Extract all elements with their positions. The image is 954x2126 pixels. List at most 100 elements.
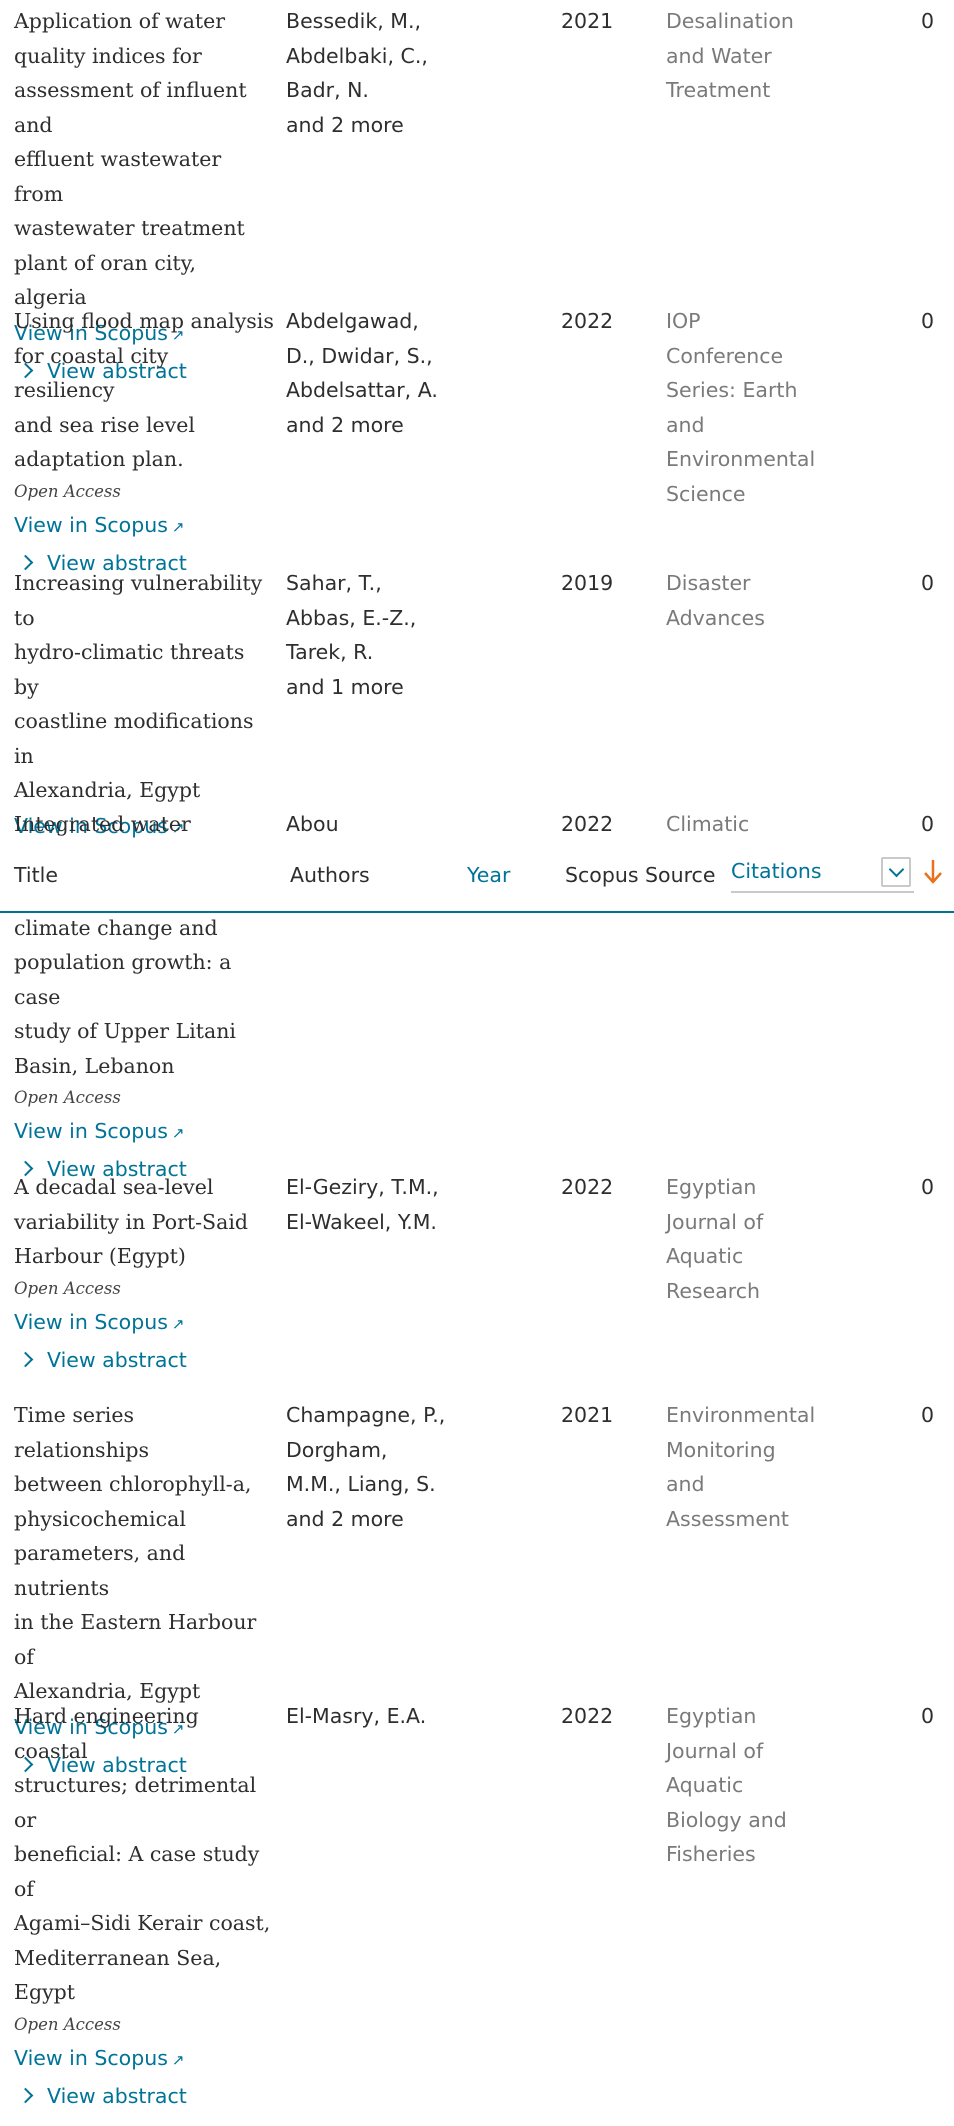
- source-line: Science: [666, 481, 746, 506]
- document-title: Hard engineering coastal structures; detr…: [14, 1699, 275, 2010]
- view-abstract-toggle[interactable]: View abstract: [14, 2078, 275, 2114]
- cell-citations: 0: [920, 309, 934, 333]
- view-in-scopus-label: View in Scopus: [14, 512, 168, 537]
- table-header: Title Authors Year Scopus Source Citatio…: [0, 841, 954, 913]
- chevron-down-icon: [888, 861, 905, 878]
- source-line: Egyptian: [666, 1175, 757, 1199]
- cell-title: Using flood map analysis for coastal city…: [0, 304, 275, 593]
- cell-citations: 0: [920, 1175, 934, 1199]
- column-header-year[interactable]: Year: [467, 863, 510, 887]
- cell-source: Egyptian Journal of Aquatic Research: [654, 1170, 819, 1390]
- view-in-scopus-label: View in Scopus: [14, 1119, 168, 1143]
- sort-dropdown-button[interactable]: [881, 857, 911, 887]
- author-line: Abdelbaki, C.,: [286, 43, 428, 68]
- author-line: D., Dwidar, S.,: [286, 343, 433, 368]
- source-line: Aquatic: [666, 1244, 744, 1268]
- title-line: Using flood map analysis: [14, 309, 274, 333]
- cell-source: Egyptian Journal of Aquatic Biology and Fish…: [654, 1699, 819, 2126]
- title-line: Increasing vulnerability to: [14, 571, 263, 630]
- external-link-icon: ↗: [171, 2050, 185, 2069]
- author-line: Abdelgawad,: [286, 309, 419, 333]
- author-line: El-Wakeel, Y.M.: [286, 1209, 437, 1234]
- view-in-scopus-link[interactable]: View in Scopus ↗: [14, 1113, 275, 1151]
- author-line: and 2 more: [286, 1506, 404, 1531]
- title-line: population growth: a case: [14, 950, 232, 1009]
- view-in-scopus-link[interactable]: View in Scopus ↗: [14, 1304, 275, 1342]
- author-line: and 2 more: [286, 112, 404, 137]
- open-access-badge: Open Access: [14, 2014, 121, 2034]
- open-access-badge: Open Access: [14, 1088, 121, 1107]
- source-line: and Water: [666, 43, 772, 68]
- cell-source: IOP Conference Series: Earth and Environment…: [654, 304, 819, 593]
- title-line: coastline modifications in: [14, 709, 254, 768]
- external-link-icon: ↗: [171, 517, 185, 536]
- title-line: assessment of influent and: [14, 78, 247, 137]
- sort-descending-icon[interactable]: [922, 857, 944, 887]
- document-title: Using flood map analysis for coastal city…: [14, 304, 275, 477]
- table-row: A decadal sea-level variability in Port-S…: [0, 1166, 954, 1390]
- chevron-right-icon: [17, 1351, 34, 1367]
- cell-year: 2022: [561, 309, 614, 333]
- title-line: hydro-climatic threats by: [14, 640, 245, 699]
- title-line: Agami–Sidi Kerair coast,: [14, 1911, 271, 1935]
- column-header-source[interactable]: Scopus Source: [565, 863, 715, 887]
- cell-title: Hard engineering coastal structures; detr…: [0, 1699, 275, 2126]
- chevron-right-icon: [17, 2087, 34, 2103]
- cell-citations: 0: [920, 1704, 934, 1728]
- table-row: Hard engineering coastal structures; detr…: [0, 1695, 954, 2126]
- cell-authors: El-Masry, E.A.: [275, 1699, 550, 2126]
- cell-year: 2022: [561, 1175, 614, 1199]
- title-line: parameters, and nutrients: [14, 1541, 186, 1600]
- external-link-icon: ↗: [171, 1314, 185, 1333]
- title-line: Basin, Lebanon: [14, 1053, 175, 1078]
- source-line: Advances: [666, 605, 765, 630]
- source-line: Journal of: [666, 1738, 764, 1763]
- source-line: Egyptian: [666, 1704, 757, 1728]
- source-line: Series: Earth: [666, 378, 798, 402]
- title-line: and sea rise level: [14, 412, 195, 437]
- title-line: effluent wastewater from: [14, 147, 222, 206]
- cell-authors: Abdelgawad, D., Dwidar, S., Abdelsattar, A…: [275, 304, 550, 593]
- source-line: Fisheries: [666, 1842, 756, 1866]
- source-line: Desalination: [666, 9, 794, 33]
- title-line: in the Eastern Harbour of: [14, 1610, 257, 1669]
- source-line: Conference: [666, 343, 784, 368]
- title-line: study of Upper Litani: [14, 1019, 236, 1043]
- view-abstract-label: View abstract: [47, 2083, 187, 2108]
- source-line: Journal of: [666, 1209, 764, 1234]
- author-line: Dorgham,: [286, 1437, 388, 1462]
- author-line: El-Masry, E.A.: [286, 1704, 427, 1728]
- view-in-scopus-link[interactable]: View in Scopus ↗: [14, 507, 275, 545]
- author-line: Abbas, E.-Z.,: [286, 605, 417, 630]
- column-header-title[interactable]: Title: [14, 863, 58, 887]
- author-line: Tarek, R.: [286, 640, 374, 664]
- view-in-scopus-label: View in Scopus: [14, 1309, 168, 1334]
- author-line: El-Geziry, T.M.,: [286, 1175, 439, 1199]
- table-row: Using flood map analysis for coastal city…: [0, 300, 954, 593]
- document-title: Time series relationships between chlorop…: [14, 1398, 275, 1709]
- source-line: and: [666, 412, 705, 437]
- title-line: Hard engineering coastal: [14, 1704, 199, 1763]
- title-line: A decadal sea-level: [14, 1175, 214, 1199]
- title-line: Application of water: [14, 9, 226, 33]
- source-line: and: [666, 1472, 705, 1496]
- source-line: Research: [666, 1278, 761, 1303]
- open-access-badge: Open Access: [14, 1278, 121, 1298]
- document-title: Increasing vulnerability to hydro-climati…: [14, 566, 275, 808]
- source-line: Monitoring: [666, 1437, 776, 1462]
- source-line: Aquatic: [666, 1773, 744, 1797]
- title-line: beneficial: A case study of: [14, 1842, 260, 1901]
- author-line: Champagne, P.,: [286, 1403, 446, 1427]
- source-line: Disaster: [666, 571, 751, 595]
- cell-year: 2022: [561, 1704, 614, 1728]
- column-header-authors[interactable]: Authors: [290, 863, 370, 887]
- title-line: between chlorophyll-a,: [14, 1472, 252, 1496]
- view-in-scopus-link[interactable]: View in Scopus ↗: [14, 2040, 275, 2078]
- title-line: variability in Port-Said: [14, 1209, 248, 1234]
- author-line: Bessedik, M.,: [286, 9, 421, 33]
- source-line: IOP: [666, 309, 701, 333]
- author-line: Abou: [286, 812, 339, 836]
- citations-sort-label: Citations: [731, 859, 822, 883]
- view-abstract-toggle[interactable]: View abstract: [14, 1342, 275, 1378]
- source-line: Environmental: [666, 1403, 816, 1427]
